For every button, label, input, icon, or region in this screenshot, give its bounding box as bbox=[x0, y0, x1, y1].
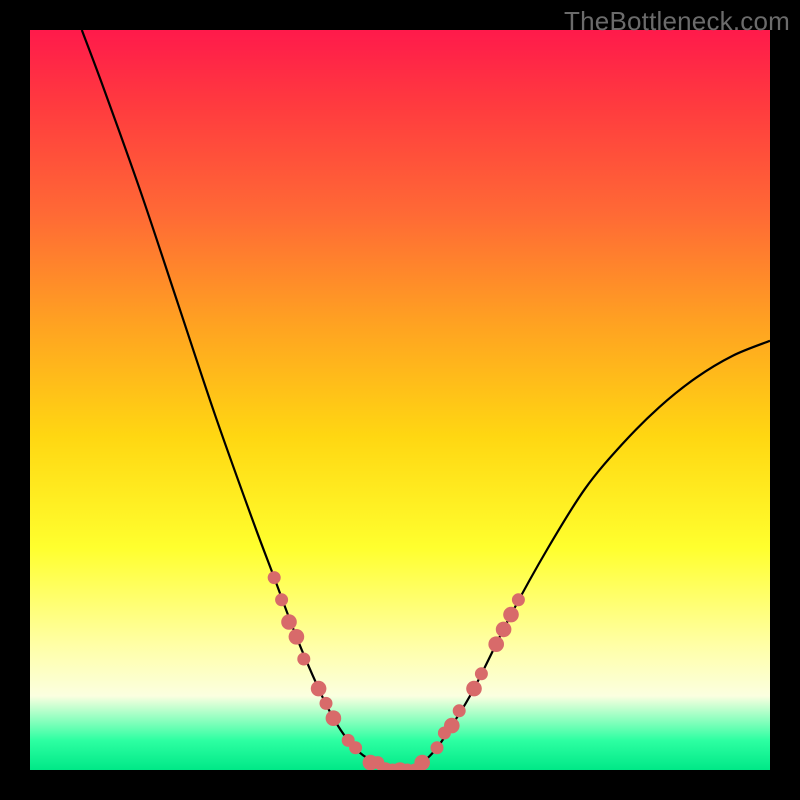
curve-marker bbox=[311, 681, 327, 697]
curve-marker bbox=[444, 718, 460, 734]
curve-marker bbox=[496, 622, 512, 638]
watermark-text: TheBottleneck.com bbox=[564, 6, 790, 37]
curve-marker bbox=[297, 653, 310, 666]
curve-marker bbox=[281, 614, 297, 630]
plot-frame bbox=[30, 30, 770, 770]
curve-marker bbox=[320, 697, 333, 710]
curve-marker bbox=[349, 741, 362, 754]
bottleneck-curve-svg bbox=[30, 30, 770, 770]
curve-marker bbox=[488, 636, 504, 652]
curve-marker bbox=[431, 741, 444, 754]
curve-marker bbox=[414, 755, 430, 770]
curve-marker bbox=[268, 571, 281, 584]
curve-marker bbox=[512, 593, 525, 606]
curve-marker bbox=[503, 607, 519, 623]
curve-marker bbox=[275, 593, 288, 606]
curve-marker bbox=[475, 667, 488, 680]
curve-marker bbox=[326, 710, 342, 726]
curve-marker bbox=[453, 704, 466, 717]
curve-marker bbox=[466, 681, 482, 697]
curve-markers bbox=[268, 571, 525, 770]
curve-marker bbox=[289, 629, 305, 645]
bottleneck-curve bbox=[82, 30, 770, 770]
